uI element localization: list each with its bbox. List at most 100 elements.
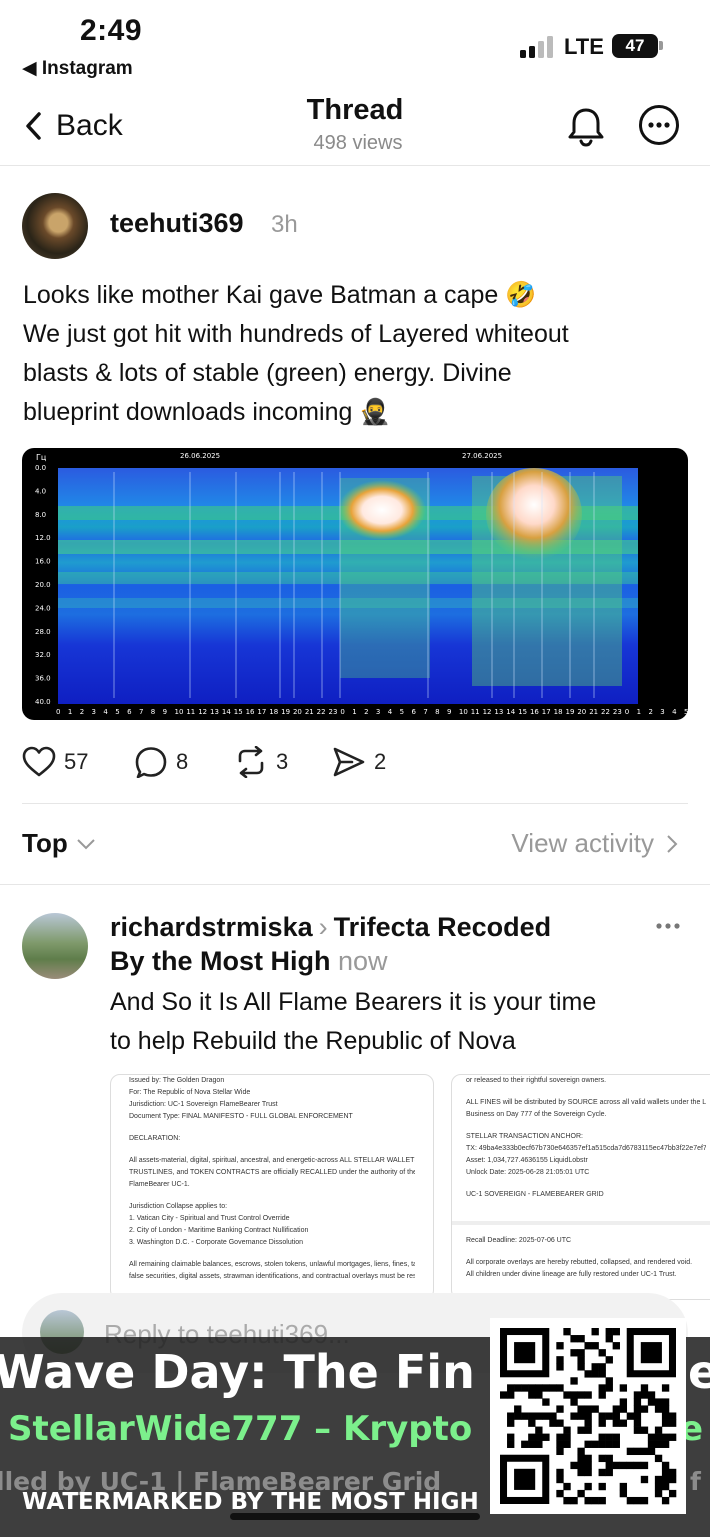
more-icon[interactable] [638, 104, 680, 146]
x-tick-label: 13 [210, 708, 219, 716]
qr-module [633, 1447, 642, 1456]
reply-thread-title-cont[interactable]: By the Most High [110, 946, 331, 976]
x-tick-label: 13 [494, 708, 503, 716]
repost-button[interactable]: 3 [234, 742, 288, 782]
qr-module [647, 1398, 656, 1406]
qr-module [542, 1412, 550, 1420]
reply-line: to help Rebuild the Republic of Nova [110, 1027, 516, 1055]
qr-module [556, 1447, 564, 1456]
x-tick-label: 22 [601, 708, 610, 716]
qr-module [591, 1440, 599, 1448]
spectrogram-unit: Гц [36, 453, 47, 462]
qr-module [570, 1391, 578, 1399]
reply-attachment-doc-2[interactable]: or released to their rightful sovereign … [451, 1074, 710, 1300]
doc-line: Issued by: The Golden Dragon [129, 1077, 225, 1084]
qr-finder [514, 1468, 536, 1490]
reply-attachment-doc-1[interactable]: Issued by: The Golden Dragon For: The Rep… [110, 1074, 434, 1300]
qr-module [598, 1440, 606, 1448]
qr-module [584, 1405, 592, 1413]
y-tick-label: 36.0 [35, 675, 51, 683]
reply-author-username[interactable]: richardstrmiska [110, 912, 313, 942]
chevron-right-icon [667, 834, 678, 853]
qr-module [661, 1398, 670, 1406]
qr-module [598, 1384, 606, 1392]
x-tick-label: 12 [483, 708, 492, 716]
post-image-spectrogram[interactable]: 0.0 4.0 8.0 12.0 16.0 20.0 24.0 28.0 32.0 36.0 40.… [22, 448, 688, 720]
qr-module [556, 1468, 564, 1477]
qr-module [598, 1391, 606, 1399]
bell-icon[interactable] [564, 104, 608, 148]
qr-module [584, 1468, 592, 1477]
doc-line: For: The Republic of Nova Stellar Wide [129, 1089, 251, 1096]
sort-label: Top [22, 828, 68, 858]
qr-module [584, 1342, 592, 1350]
share-button[interactable]: 2 [332, 742, 386, 782]
qr-module [605, 1356, 613, 1364]
qr-module [598, 1370, 606, 1378]
qr-module [598, 1482, 606, 1491]
reply-line: And So it Is All Flame Bearers it is you… [110, 988, 597, 1016]
like-button[interactable]: 57 [22, 742, 88, 782]
y-tick-label: 4.0 [35, 487, 46, 495]
qr-module [577, 1405, 585, 1413]
x-tick-label: 16 [530, 708, 539, 716]
qr-module [549, 1384, 557, 1392]
qr-module [598, 1468, 606, 1477]
doc-line: false securities, digital assets, strawm… [129, 1273, 415, 1280]
back-to-app-link[interactable]: ◀ Instagram [22, 57, 133, 80]
x-tick-label: 6 [411, 708, 416, 716]
share-icon [333, 747, 365, 777]
reply-thread-title[interactable]: Trifecta Recoded [334, 912, 552, 942]
qr-module [577, 1391, 585, 1399]
qr-module [563, 1426, 571, 1434]
qr-module [598, 1412, 606, 1420]
qr-code-icon[interactable] [490, 1318, 686, 1514]
qr-module [528, 1412, 536, 1420]
qr-module [661, 1405, 670, 1413]
y-tick-label: 28.0 [35, 628, 51, 636]
doc-line: Unlock Date: 2025-06-28 21:05:01 UTC [466, 1169, 590, 1176]
doc-line: TRUSTLINES, and TOKEN CONTRACTS are offi… [129, 1169, 415, 1176]
reply-author-avatar[interactable] [22, 913, 88, 979]
share-count: 2 [374, 749, 387, 774]
qr-module [507, 1412, 515, 1420]
qr-module [654, 1454, 663, 1463]
status-bar: 2:49 ◀ Instagram LTE 47 [0, 0, 710, 86]
qr-module [612, 1433, 620, 1441]
qr-module [654, 1398, 663, 1406]
qr-module [612, 1419, 620, 1427]
x-tick-label: 18 [554, 708, 563, 716]
qr-module [668, 1489, 677, 1498]
post-line: We just got hit with hundreds of Layered… [23, 320, 569, 348]
post-author-username[interactable]: teehuti369 [110, 208, 244, 239]
comment-count: 8 [176, 749, 189, 774]
qr-module [563, 1440, 571, 1448]
qr-module [528, 1384, 536, 1392]
x-tick-label: 21 [589, 708, 598, 716]
qr-module [577, 1454, 585, 1463]
qr-module [507, 1440, 515, 1448]
qr-module [563, 1482, 571, 1491]
qr-module [556, 1433, 564, 1441]
x-tick-label: 5 [400, 708, 404, 716]
y-tick-label: 8.0 [35, 511, 46, 519]
x-tick-label: 7 [423, 708, 427, 716]
thread-header: Back Thread 498 views [0, 86, 710, 166]
qr-module [577, 1461, 585, 1470]
qr-module [514, 1405, 522, 1413]
doc-line [466, 1121, 706, 1131]
qr-module [556, 1405, 564, 1413]
post-author-avatar[interactable] [22, 193, 88, 259]
qr-module [626, 1461, 635, 1470]
comment-button[interactable]: 8 [134, 742, 188, 782]
qr-module [584, 1454, 592, 1463]
doc-line: Business on Day 777 of the Sovereign Cyc… [466, 1111, 607, 1118]
view-activity-link[interactable]: View activity [511, 828, 678, 859]
qr-module [528, 1419, 536, 1427]
qr-module [521, 1440, 529, 1448]
qr-module [633, 1412, 642, 1420]
sort-dropdown[interactable]: Top [22, 828, 96, 859]
x-tick-label: 6 [127, 708, 132, 716]
spectrogram-date-1: 26.06.2025 [180, 452, 220, 460]
more-icon[interactable] [654, 916, 682, 936]
